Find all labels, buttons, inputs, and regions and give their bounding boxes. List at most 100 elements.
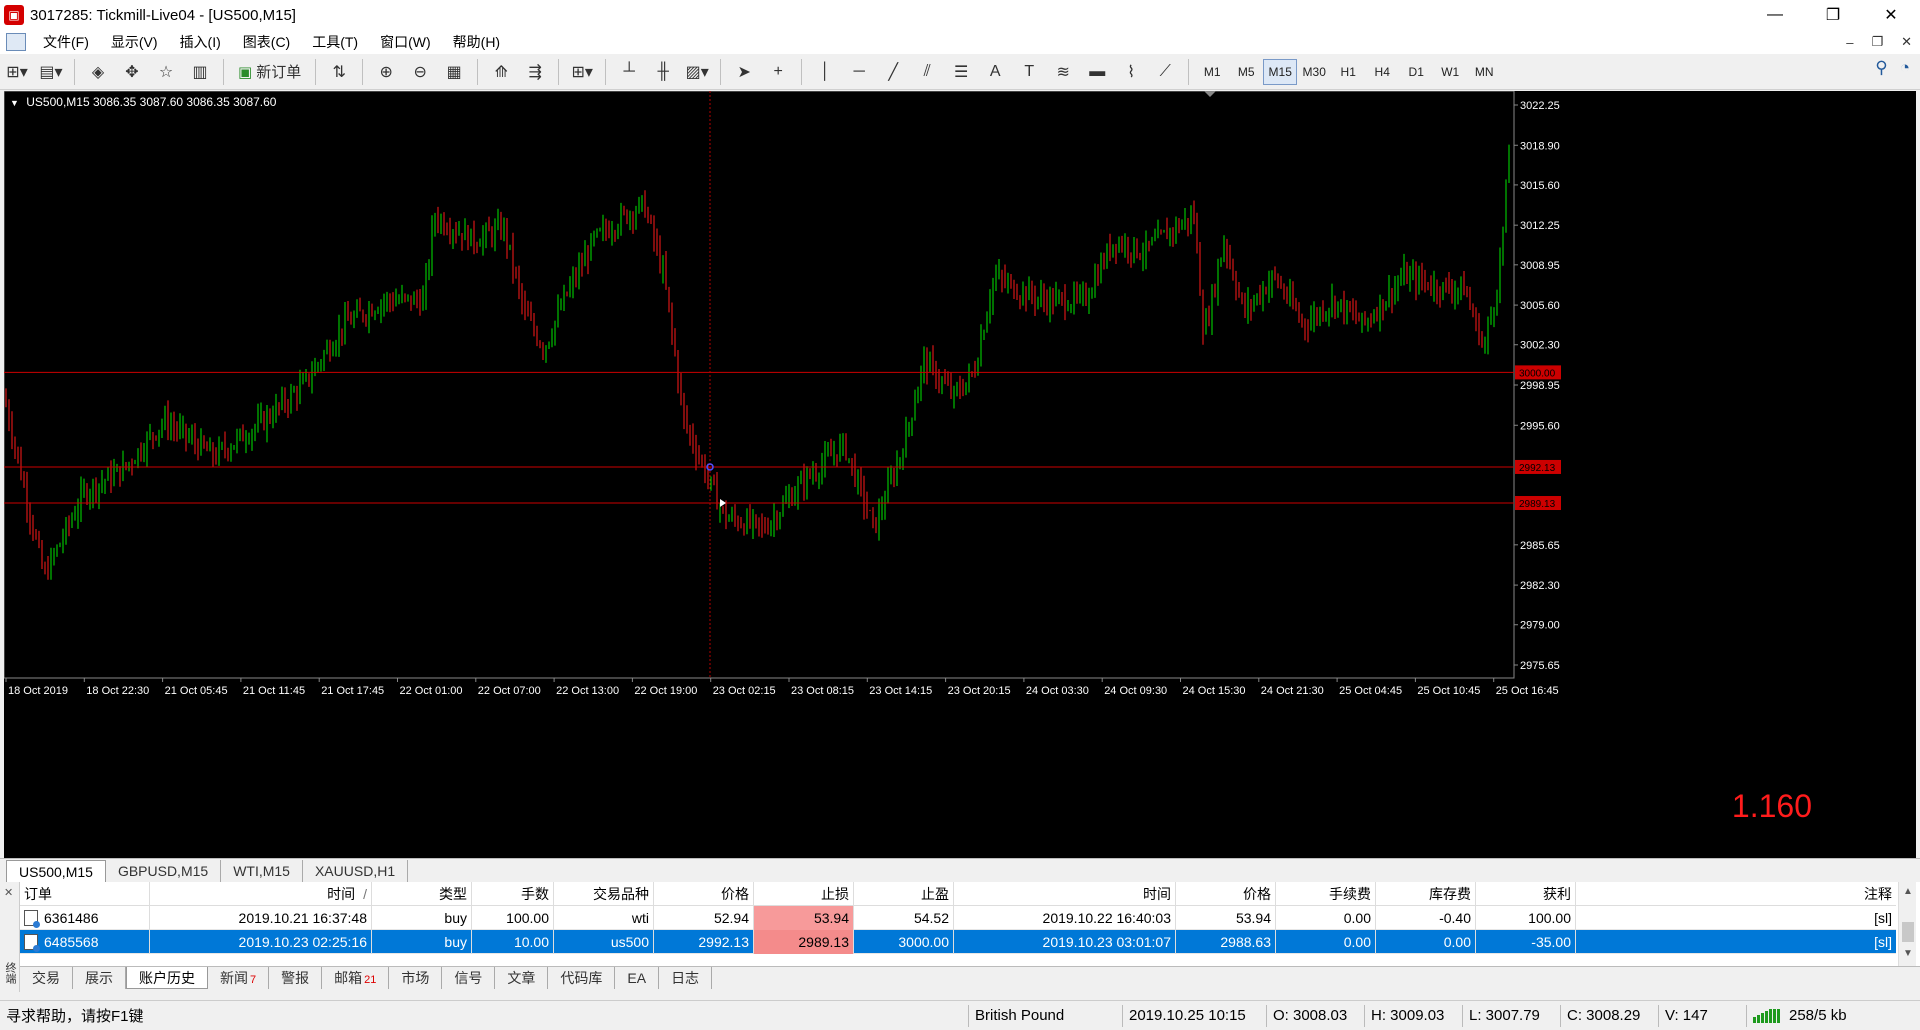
menu-tools[interactable]: 工具(T)	[301, 32, 369, 52]
zoom-in-icon[interactable]: ⊕	[371, 58, 401, 86]
timeframe-h1[interactable]: H1	[1331, 59, 1365, 85]
tab-news[interactable]: 新闻 7	[208, 967, 270, 989]
zoom-out-icon[interactable]: ⊖	[405, 58, 435, 86]
new-order-button[interactable]: ▣ 新订单	[232, 58, 307, 86]
text-label-icon[interactable]: T	[1014, 58, 1044, 86]
favorites-icon[interactable]: ☆	[151, 58, 181, 86]
tab-alerts[interactable]: 警报	[269, 967, 323, 989]
col-swap[interactable]: 库存费	[1376, 881, 1476, 906]
col-symbol[interactable]: 交易品种	[554, 881, 654, 906]
col-sl[interactable]: 止损	[754, 881, 854, 906]
tab-trade[interactable]: 交易	[20, 967, 73, 989]
scroll-up-icon[interactable]: ▲	[1903, 886, 1913, 897]
profiles-icon[interactable]: ▤▾	[36, 58, 66, 86]
crosshair-icon[interactable]: +	[763, 58, 793, 86]
autotrading-icon[interactable]: ⇅	[324, 58, 354, 86]
mdi-close-button[interactable]: ✕	[1901, 34, 1912, 50]
menu-insert[interactable]: 插入(I)	[169, 32, 232, 52]
menu-view[interactable]: 显示(V)	[100, 32, 169, 52]
vertical-line-icon[interactable]: │	[810, 58, 840, 86]
fibonacci-icon[interactable]: ☰	[946, 58, 976, 86]
horizontal-line-icon[interactable]: ─	[844, 58, 874, 86]
col-close-price[interactable]: 价格	[1176, 881, 1276, 906]
tab-journal[interactable]: 日志	[659, 967, 713, 989]
bar-chart-icon[interactable]: ┴	[614, 58, 644, 86]
col-lots[interactable]: 手数	[472, 881, 554, 906]
spread-indicator: 1.160	[1731, 788, 1812, 824]
timeframe-mn[interactable]: MN	[1467, 59, 1501, 85]
chart-tab-wti[interactable]: WTI,M15	[221, 860, 303, 882]
candlestick-icon[interactable]: ╫	[648, 58, 678, 86]
table-row-selected[interactable]: 6485568 2019.10.23 02:25:16 buy 10.00 us…	[20, 929, 1896, 954]
templates-icon[interactable]: ▨▾	[682, 58, 712, 86]
tab-account-history[interactable]: 账户历史	[126, 967, 208, 989]
chat-icon[interactable]: ◔	[1900, 58, 1910, 78]
status-connection[interactable]: 258/5 kb	[1746, 1004, 1916, 1027]
auto-scroll-icon[interactable]: ⇶	[520, 58, 550, 86]
text-icon[interactable]: A	[980, 58, 1010, 86]
fib-fan-icon[interactable]: ≋	[1048, 58, 1078, 86]
collapse-triangle-icon[interactable]: ▼	[10, 98, 19, 108]
terminal-icon[interactable]: ▥	[185, 58, 215, 86]
timeframe-m15[interactable]: M15	[1263, 58, 1298, 85]
trendline-icon[interactable]: ╱	[878, 58, 908, 86]
chart-tab-xauusd[interactable]: XAUUSD,H1	[303, 860, 409, 882]
tab-articles[interactable]: 文章	[495, 967, 549, 989]
menu-window[interactable]: 窗口(W)	[369, 32, 442, 52]
col-commission[interactable]: 手续费	[1276, 881, 1376, 906]
menu-file[interactable]: 文件(F)	[32, 32, 100, 52]
tab-code-base[interactable]: 代码库	[548, 967, 616, 989]
title-bar: ▣ 3017285: Tickmill-Live04 - [US500,M15]…	[0, 0, 1920, 30]
tab-market[interactable]: 市场	[389, 967, 443, 989]
chart-tab-us500[interactable]: US500,M15	[6, 860, 106, 882]
timeframe-d1[interactable]: D1	[1399, 59, 1433, 85]
chart-canvas[interactable]: 3000.00 2992.13 2989.13 3022.25 3018.90 3015.…	[4, 91, 1916, 858]
col-profit[interactable]: 获利	[1476, 881, 1576, 906]
tab-signals[interactable]: 信号	[442, 967, 496, 989]
col-order[interactable]: 订单	[20, 881, 150, 906]
status-profile[interactable]: British Pound	[968, 1004, 1122, 1027]
tab-exposure[interactable]: 展示	[73, 967, 126, 989]
price-chart[interactable]: 3000.00 2992.13 2989.13 3022.25 3018.90 3015.…	[4, 91, 1916, 858]
terminal-close-icon[interactable]: ✕	[4, 886, 13, 899]
col-type[interactable]: 类型	[372, 881, 472, 906]
search-icon[interactable]: ⚲	[1875, 58, 1887, 78]
close-button[interactable]: ✕	[1862, 0, 1920, 30]
indicators-icon[interactable]: ⊞▾	[567, 58, 597, 86]
col-tp[interactable]: 止盈	[854, 881, 954, 906]
scroll-down-icon[interactable]: ▼	[1903, 948, 1913, 959]
timeframe-w1[interactable]: W1	[1433, 59, 1467, 85]
scroll-thumb[interactable]	[1902, 922, 1914, 942]
history-scrollbar[interactable]: ▲ ▼	[1898, 882, 1916, 966]
cursor-icon[interactable]: ➤	[729, 58, 759, 86]
col-open-price[interactable]: 价格	[654, 881, 754, 906]
tile-windows-icon[interactable]: ▦	[439, 58, 469, 86]
new-chart-icon[interactable]: ⊞▾	[2, 58, 32, 86]
tab-experts[interactable]: EA	[615, 967, 660, 989]
maximize-button[interactable]: ❐	[1804, 0, 1862, 30]
navigator-icon[interactable]: ✥	[117, 58, 147, 86]
mdi-restore-button[interactable]: ❐	[1871, 34, 1883, 50]
chart-tab-gbpusd[interactable]: GBPUSD,M15	[106, 860, 222, 882]
tab-mailbox[interactable]: 邮箱 21	[322, 967, 390, 989]
table-row[interactable]: 6361486 2019.10.21 16:37:48 buy 100.00 w…	[20, 905, 1896, 930]
timeframe-m1[interactable]: M1	[1195, 59, 1229, 85]
col-open-time[interactable]: 时间 /	[150, 881, 372, 906]
gann-icon[interactable]: ⟋	[1150, 58, 1180, 86]
equidistant-channel-icon[interactable]: ⫽	[912, 58, 942, 86]
mdi-minimize-button[interactable]: –	[1846, 35, 1853, 50]
col-comment[interactable]: 注释	[1576, 882, 1896, 906]
timeframe-m30[interactable]: M30	[1297, 59, 1331, 85]
rectangle-icon[interactable]: ▬	[1082, 58, 1112, 86]
cycle-lines-icon[interactable]: ⌇	[1116, 58, 1146, 86]
timeframe-m5[interactable]: M5	[1229, 59, 1263, 85]
mt4-app-icon[interactable]: ▣	[4, 5, 24, 25]
chart-shift-icon[interactable]: ⟰	[486, 58, 516, 86]
menu-charts[interactable]: 图表(C)	[232, 32, 301, 52]
menu-help[interactable]: 帮助(H)	[442, 32, 511, 52]
market-watch-icon[interactable]: ◈	[83, 58, 113, 86]
chart-window-icon[interactable]	[6, 33, 26, 51]
minimize-button[interactable]: —	[1746, 0, 1804, 30]
timeframe-h4[interactable]: H4	[1365, 59, 1399, 85]
col-close-time[interactable]: 时间	[954, 881, 1176, 906]
